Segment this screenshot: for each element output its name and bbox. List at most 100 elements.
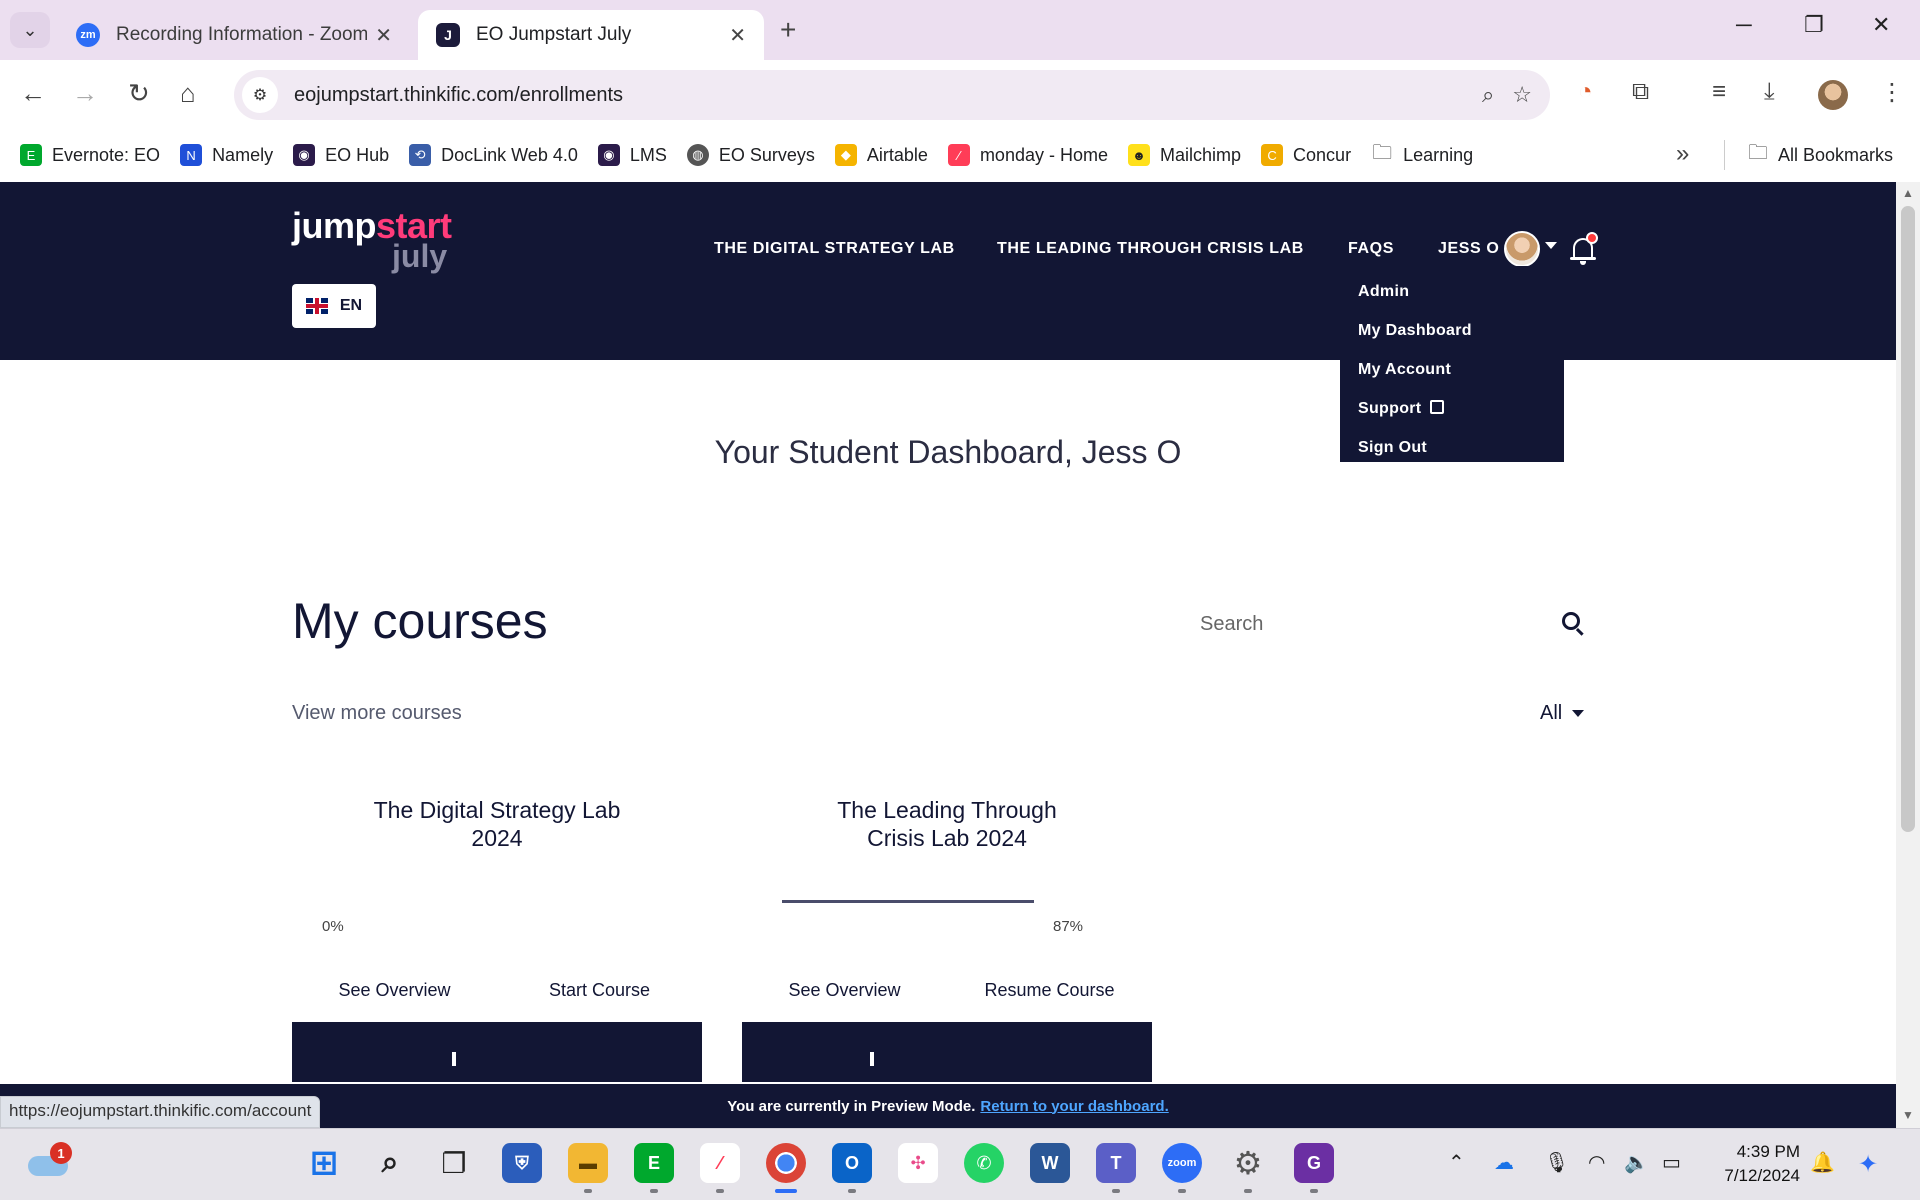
tab-eo-jumpstart[interactable]: J EO Jumpstart July ✕ bbox=[418, 10, 764, 60]
menu-item-admin[interactable]: Admin bbox=[1340, 272, 1564, 311]
onedrive-icon[interactable]: ☁ bbox=[1494, 1150, 1514, 1175]
tab-title: Recording Information - Zoom bbox=[116, 24, 368, 45]
volume-icon[interactable]: 🔈 bbox=[1624, 1150, 1649, 1175]
monday-icon[interactable]: ⁄ bbox=[700, 1143, 740, 1183]
language-selector[interactable]: EN bbox=[292, 284, 376, 328]
profile-avatar[interactable] bbox=[1818, 80, 1848, 110]
tab-zoom[interactable]: zm Recording Information - Zoom ✕ bbox=[58, 10, 410, 60]
support-label: Support bbox=[1358, 400, 1422, 417]
start-course-button[interactable]: Start Course bbox=[497, 980, 702, 1001]
chevron-up-icon[interactable]: ⌃ bbox=[1448, 1150, 1465, 1175]
site-info-icon[interactable]: ⚙ bbox=[242, 77, 278, 113]
course-thumbnail[interactable] bbox=[292, 1022, 702, 1082]
return-to-dashboard-link[interactable]: Return to your dashboard. bbox=[980, 1098, 1168, 1115]
task-view-icon[interactable]: ❐ bbox=[434, 1143, 474, 1183]
nav-digital-strategy-lab[interactable]: THE DIGITAL STRATEGY LAB bbox=[714, 240, 955, 258]
search-icon[interactable] bbox=[1562, 612, 1580, 630]
teams-icon[interactable]: T bbox=[1096, 1143, 1136, 1183]
running-indicator bbox=[848, 1189, 856, 1193]
outlook-icon[interactable]: O bbox=[832, 1143, 872, 1183]
menu-kebab-icon[interactable]: ⋮ bbox=[1880, 78, 1904, 107]
see-overview-button[interactable]: See Overview bbox=[292, 980, 497, 1001]
slack-icon[interactable]: ✣ bbox=[898, 1143, 938, 1183]
scrollbar-thumb[interactable] bbox=[1901, 206, 1915, 832]
course-filter-dropdown[interactable]: All bbox=[1540, 702, 1585, 725]
restore-button[interactable]: ❐ bbox=[1804, 12, 1824, 38]
bookmark-eo-surveys[interactable]: ◍ EO Surveys bbox=[686, 144, 815, 166]
menu-item-my-dashboard[interactable]: My Dashboard bbox=[1340, 311, 1564, 350]
back-button[interactable]: ← bbox=[20, 78, 46, 109]
search-icon[interactable]: ⌕ bbox=[370, 1143, 410, 1183]
zoom-icon[interactable]: zoom bbox=[1162, 1143, 1202, 1183]
bookmark-namely[interactable]: N Namely bbox=[180, 144, 273, 166]
tab-search-button[interactable]: ⌄ bbox=[10, 12, 50, 48]
doclink-icon: ⟲ bbox=[409, 144, 432, 166]
minimize-button[interactable]: ─ bbox=[1736, 12, 1752, 38]
battery-icon[interactable]: ▭ bbox=[1662, 1150, 1681, 1175]
notification-bell-icon[interactable] bbox=[1570, 232, 1598, 265]
user-dropdown-menu: Admin My Dashboard My Account Support Si… bbox=[1340, 266, 1564, 462]
address-bar[interactable]: ⚙ eojumpstart.thinkific.com/enrollments … bbox=[234, 70, 1550, 120]
search-input[interactable] bbox=[1200, 612, 1540, 636]
lms-icon: ◉ bbox=[597, 144, 620, 166]
caret-down-icon[interactable] bbox=[1545, 242, 1557, 249]
grammarly-icon[interactable]: G bbox=[1294, 1143, 1334, 1183]
bookmark-concur[interactable]: C Concur bbox=[1261, 144, 1351, 166]
nav-leading-through-crisis-lab[interactable]: THE LEADING THROUGH CRISIS LAB bbox=[997, 240, 1304, 258]
notifications-bell-icon[interactable]: 🔔 bbox=[1810, 1150, 1835, 1175]
extension-color-icon[interactable]: ◔ bbox=[1578, 78, 1593, 106]
course-title[interactable]: The Leading Through Crisis Lab 2024 bbox=[742, 796, 1152, 852]
copilot-icon[interactable]: ✦ bbox=[1858, 1150, 1878, 1179]
scroll-up-icon[interactable]: ▲ bbox=[1902, 186, 1914, 200]
bookmark-star-icon[interactable]: ☆ bbox=[1512, 82, 1532, 108]
home-button[interactable]: ⌂ bbox=[180, 78, 196, 109]
view-more-courses-link[interactable]: View more courses bbox=[292, 702, 462, 725]
nav-faqs[interactable]: FAQS bbox=[1348, 240, 1394, 258]
reload-button[interactable]: ↻ bbox=[128, 78, 150, 109]
media-controls-icon[interactable]: ≡ bbox=[1712, 78, 1726, 106]
bookmark-airtable[interactable]: ◆ Airtable bbox=[834, 144, 928, 166]
extensions-icon[interactable]: ⧉ bbox=[1632, 78, 1649, 106]
bookmark-evernote[interactable]: E Evernote: EO bbox=[20, 144, 160, 166]
bookmarks-overflow-icon[interactable]: » bbox=[1676, 140, 1689, 168]
settings-gear-icon[interactable]: ⚙ bbox=[1228, 1143, 1268, 1183]
system-clock[interactable]: 4:39 PM 7/12/2024 bbox=[1690, 1140, 1800, 1188]
resume-course-button[interactable]: Resume Course bbox=[947, 980, 1152, 1001]
bookmark-monday[interactable]: ⁄ monday - Home bbox=[947, 144, 1108, 166]
weather-widget[interactable]: 1 bbox=[28, 1142, 72, 1176]
security-shield-icon[interactable]: ⛨ bbox=[502, 1143, 542, 1183]
jumpstart-logo[interactable]: jumpstart july bbox=[292, 208, 452, 273]
wifi-icon[interactable]: ◠ bbox=[1588, 1150, 1605, 1175]
bookmark-eo-hub[interactable]: ◉ EO Hub bbox=[293, 144, 389, 166]
nav-user-menu[interactable]: JESS O bbox=[1438, 240, 1499, 258]
forward-button[interactable]: → bbox=[72, 78, 98, 109]
zoom-magnifier-icon[interactable]: ⌕ bbox=[1482, 82, 1494, 108]
menu-item-support[interactable]: Support bbox=[1340, 389, 1564, 428]
url-text[interactable]: eojumpstart.thinkific.com/enrollments bbox=[294, 84, 1482, 107]
bookmark-learning[interactable]: 🗀 Learning bbox=[1371, 142, 1473, 166]
download-icon[interactable]: ⤓ bbox=[1764, 78, 1775, 106]
windows-start-icon[interactable]: ⊞ bbox=[304, 1143, 344, 1183]
chrome-icon[interactable] bbox=[766, 1143, 806, 1183]
close-icon[interactable]: ✕ bbox=[729, 23, 746, 48]
scroll-down-icon[interactable]: ▼ bbox=[1902, 1108, 1914, 1122]
course-thumbnail[interactable] bbox=[742, 1022, 1152, 1082]
microphone-icon[interactable]: 🎙 bbox=[1544, 1150, 1569, 1175]
see-overview-button[interactable]: See Overview bbox=[742, 980, 947, 1001]
bookmark-lms[interactable]: ◉ LMS bbox=[597, 144, 667, 166]
window-close-button[interactable]: ✕ bbox=[1872, 12, 1890, 38]
word-icon[interactable]: W bbox=[1030, 1143, 1070, 1183]
course-title[interactable]: The Digital Strategy Lab 2024 bbox=[292, 796, 702, 852]
menu-item-my-account[interactable]: My Account bbox=[1340, 350, 1564, 389]
whatsapp-icon[interactable]: ✆ bbox=[964, 1143, 1004, 1183]
user-avatar[interactable] bbox=[1504, 231, 1540, 267]
page-scrollbar[interactable]: ▲ ▼ bbox=[1896, 182, 1920, 1128]
all-bookmarks[interactable]: 🗀 All Bookmarks bbox=[1748, 138, 1893, 172]
bookmark-mailchimp[interactable]: ☻ Mailchimp bbox=[1128, 144, 1241, 166]
new-tab-button[interactable]: + bbox=[780, 14, 796, 46]
bookmark-label: LMS bbox=[629, 144, 667, 165]
evernote-icon[interactable]: E bbox=[634, 1143, 674, 1183]
bookmark-doclink[interactable]: ⟲ DocLink Web 4.0 bbox=[409, 144, 578, 166]
close-icon[interactable]: ✕ bbox=[375, 23, 392, 48]
file-explorer-icon[interactable]: ▬ bbox=[568, 1143, 608, 1183]
